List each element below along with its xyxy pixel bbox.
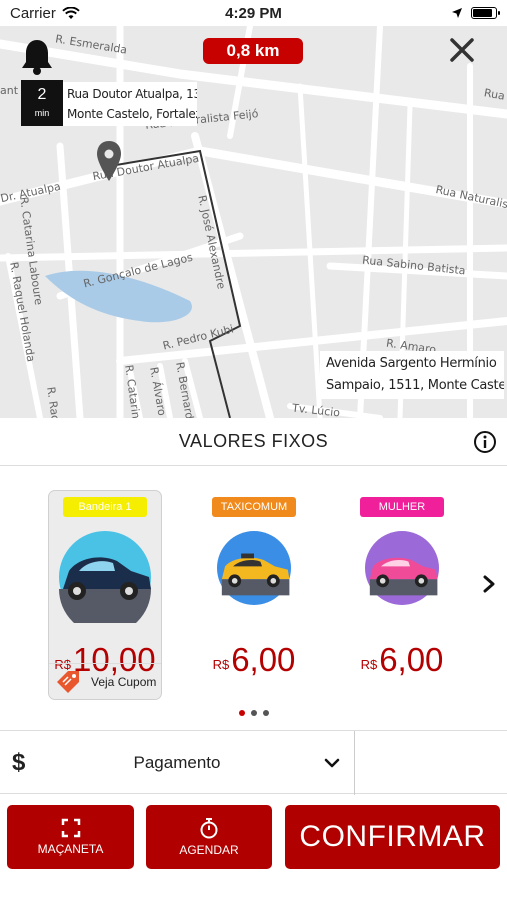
pagination-dot[interactable] xyxy=(262,710,269,716)
category-tag: TAXICOMUM xyxy=(212,497,296,517)
category-card-taxicomum[interactable]: TAXICOMUM R$ 6,00 xyxy=(198,491,310,699)
payment-divider xyxy=(354,731,355,795)
handle-button-label: MAÇANETA xyxy=(37,842,104,856)
price-currency: R$ xyxy=(360,657,378,672)
wifi-icon xyxy=(62,6,80,19)
origin-address: Rua Doutor Atualpa, 130, Monte Castelo, … xyxy=(63,82,197,126)
fixed-values-header: VALORES FIXOS xyxy=(0,418,507,466)
sedan-car-icon xyxy=(59,531,151,623)
battery-icon xyxy=(471,7,500,19)
price-currency: R$ xyxy=(212,657,230,672)
carousel-pagination[interactable] xyxy=(0,710,507,716)
pagination-dot[interactable] xyxy=(250,710,257,716)
location-pin-icon xyxy=(97,141,121,181)
status-bar: Carrier 4:29 PM xyxy=(0,0,507,26)
schedule-button[interactable]: AGENDAR xyxy=(146,805,272,869)
category-carousel[interactable]: Bandeira 1 R$ 10,00 Veja Cupom TAXICOMUM xyxy=(0,467,507,716)
schedule-button-label: AGENDAR xyxy=(179,843,239,857)
status-right xyxy=(451,7,500,19)
destination-address-line: Avenida Sargento Hermínio xyxy=(326,356,497,371)
street-label: ant xyxy=(0,84,19,97)
location-arrow-icon xyxy=(452,8,462,18)
stopwatch-icon xyxy=(200,818,218,839)
category-tag: MULHER xyxy=(360,497,444,517)
category-tag: Bandeira 1 xyxy=(63,497,147,517)
handle-button[interactable]: MAÇANETA xyxy=(7,805,134,869)
confirm-button-label: CONFIRMAR xyxy=(299,820,486,853)
carrier-group: Carrier xyxy=(10,5,80,22)
section-title: VALORES FIXOS xyxy=(178,431,329,451)
distance-badge: 0,8 km xyxy=(203,38,303,64)
payment-label: Pagamento xyxy=(133,753,221,772)
taxi-car-icon xyxy=(217,531,291,605)
payment-selector[interactable]: $ Pagamento xyxy=(0,730,507,795)
origin-address-line: Rua Doutor Atualpa, 130, xyxy=(67,87,197,101)
origin-address-line: Monte Castelo, Fortaleza - xyxy=(67,107,197,121)
coupon-tag-icon xyxy=(57,670,79,693)
close-icon[interactable] xyxy=(448,36,476,64)
price-value: 6,00 xyxy=(231,641,296,678)
category-card-bandeira[interactable]: Bandeira 1 R$ 10,00 Veja Cupom xyxy=(49,491,161,699)
chevron-right-icon[interactable] xyxy=(481,573,497,595)
battery-fill xyxy=(473,9,492,17)
price: R$ 6,00 xyxy=(198,643,310,677)
info-icon[interactable] xyxy=(473,430,497,454)
eta-box: 2 min xyxy=(21,80,63,126)
chevron-down-icon[interactable] xyxy=(324,757,340,769)
price: R$ 6,00 xyxy=(346,643,458,677)
eta-value: 2 xyxy=(37,86,47,103)
destination-address-line: Sampaio, 1511, Monte Castelo, xyxy=(326,378,504,393)
eta-unit: min xyxy=(34,108,50,118)
category-card-mulher[interactable]: MULHER R$ 6,00 xyxy=(346,491,458,699)
coupon-link[interactable]: Veja Cupom xyxy=(49,663,161,699)
route-map[interactable]: R. Esmeralda Rua Naturalista Feijó Rua D… xyxy=(0,26,507,418)
confirm-button[interactable]: CONFIRMAR xyxy=(285,805,500,869)
destination-address: Avenida Sargento Hermínio Sampaio, 1511,… xyxy=(320,351,504,399)
expand-icon xyxy=(61,818,80,838)
carrier-label: Carrier xyxy=(10,4,56,22)
women-car-icon xyxy=(365,531,439,605)
bell-icon[interactable] xyxy=(20,38,54,76)
coupon-label: Veja Cupom xyxy=(91,674,157,689)
price-value: 6,00 xyxy=(379,641,444,678)
pagination-dot[interactable] xyxy=(238,710,245,716)
